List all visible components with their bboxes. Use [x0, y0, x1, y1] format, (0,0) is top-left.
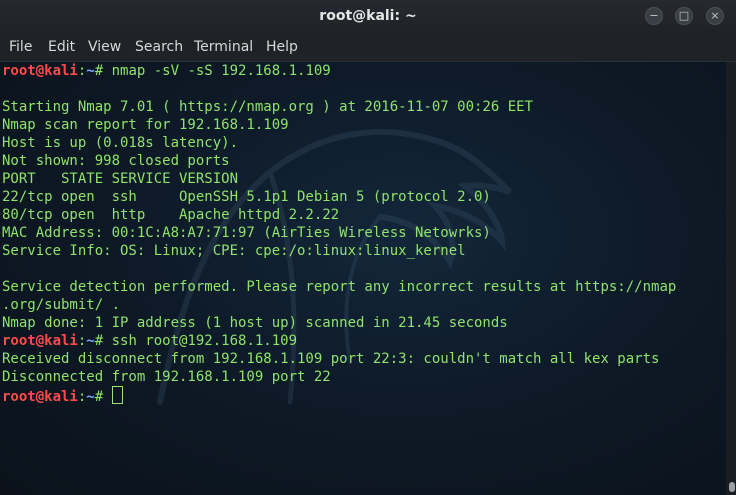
- command-text: ssh root@192.168.1.109: [111, 333, 298, 349]
- output-line: Starting Nmap 7.01 ( https://nmap.org ) …: [2, 99, 534, 115]
- prompt-line: root@kali:~# ssh root@192.168.1.109: [2, 332, 676, 350]
- terminal-area[interactable]: root@kali:~# nmap -sV -sS 192.168.1.109 S…: [0, 62, 736, 495]
- output-line: Service detection performed. Please repo…: [2, 279, 677, 295]
- prompt-symbol: #: [94, 63, 112, 79]
- menu-edit[interactable]: Edit: [48, 39, 75, 55]
- scrollbar[interactable]: [726, 62, 736, 495]
- output-line: Received disconnect from 192.168.1.109 p…: [2, 351, 660, 367]
- scrollbar-thumb[interactable]: [729, 482, 735, 492]
- title-bar[interactable]: root@kali: ~ − □ ×: [0, 0, 736, 33]
- minimize-icon[interactable]: −: [645, 7, 663, 25]
- prompt-symbol: #: [94, 333, 112, 349]
- prompt-line: root@kali:~# nmap -sV -sS 192.168.1.109: [2, 62, 676, 80]
- menu-terminal[interactable]: Terminal: [194, 39, 253, 55]
- output-line: Host is up (0.018s latency).: [2, 135, 239, 151]
- window-title: root@kali: ~: [319, 8, 417, 24]
- output-line: Nmap scan report for 192.168.1.109: [2, 117, 289, 133]
- text-cursor: [111, 386, 123, 404]
- output-line: Disconnected from 192.168.1.109 port 22: [2, 369, 331, 385]
- output-line: Service Info: OS: Linux; CPE: cpe:/o:lin…: [2, 243, 466, 259]
- command-text: nmap -sV -sS 192.168.1.109: [111, 63, 331, 79]
- prompt-symbol: #: [94, 389, 112, 405]
- prompt-user: root@kali: [2, 333, 78, 349]
- prompt-user: root@kali: [2, 63, 78, 79]
- menu-search[interactable]: Search: [135, 39, 183, 55]
- terminal-window: root@kali: ~ − □ × File Edit View Search…: [0, 0, 736, 495]
- prompt-user: root@kali: [2, 389, 78, 405]
- output-line: Not shown: 998 closed ports: [2, 153, 230, 169]
- output-line: MAC Address: 00:1C:A8:A7:71:97 (AirTies …: [2, 225, 491, 241]
- prompt-path: ~: [86, 333, 95, 349]
- menu-bar: File Edit View Search Terminal Help: [0, 33, 736, 62]
- menu-view[interactable]: View: [88, 39, 121, 55]
- menu-file[interactable]: File: [9, 39, 32, 55]
- prompt-line: root@kali:~#: [2, 386, 676, 405]
- output-line: .org/submit/ .: [2, 297, 121, 313]
- output-line: 22/tcp open ssh OpenSSH 5.1p1 Debian 5 (…: [2, 189, 491, 205]
- output-line: PORT STATE SERVICE VERSION: [2, 171, 239, 187]
- output-line: Nmap done: 1 IP address (1 host up) scan…: [2, 315, 508, 331]
- prompt-path: ~: [86, 389, 95, 405]
- output-line: 80/tcp open http Apache httpd 2.2.22: [2, 207, 340, 223]
- terminal-output: root@kali:~# nmap -sV -sS 192.168.1.109 S…: [2, 62, 677, 405]
- maximize-icon[interactable]: □: [675, 7, 693, 25]
- prompt-path: ~: [86, 63, 95, 79]
- close-icon[interactable]: ×: [706, 7, 724, 25]
- menu-help[interactable]: Help: [266, 39, 298, 55]
